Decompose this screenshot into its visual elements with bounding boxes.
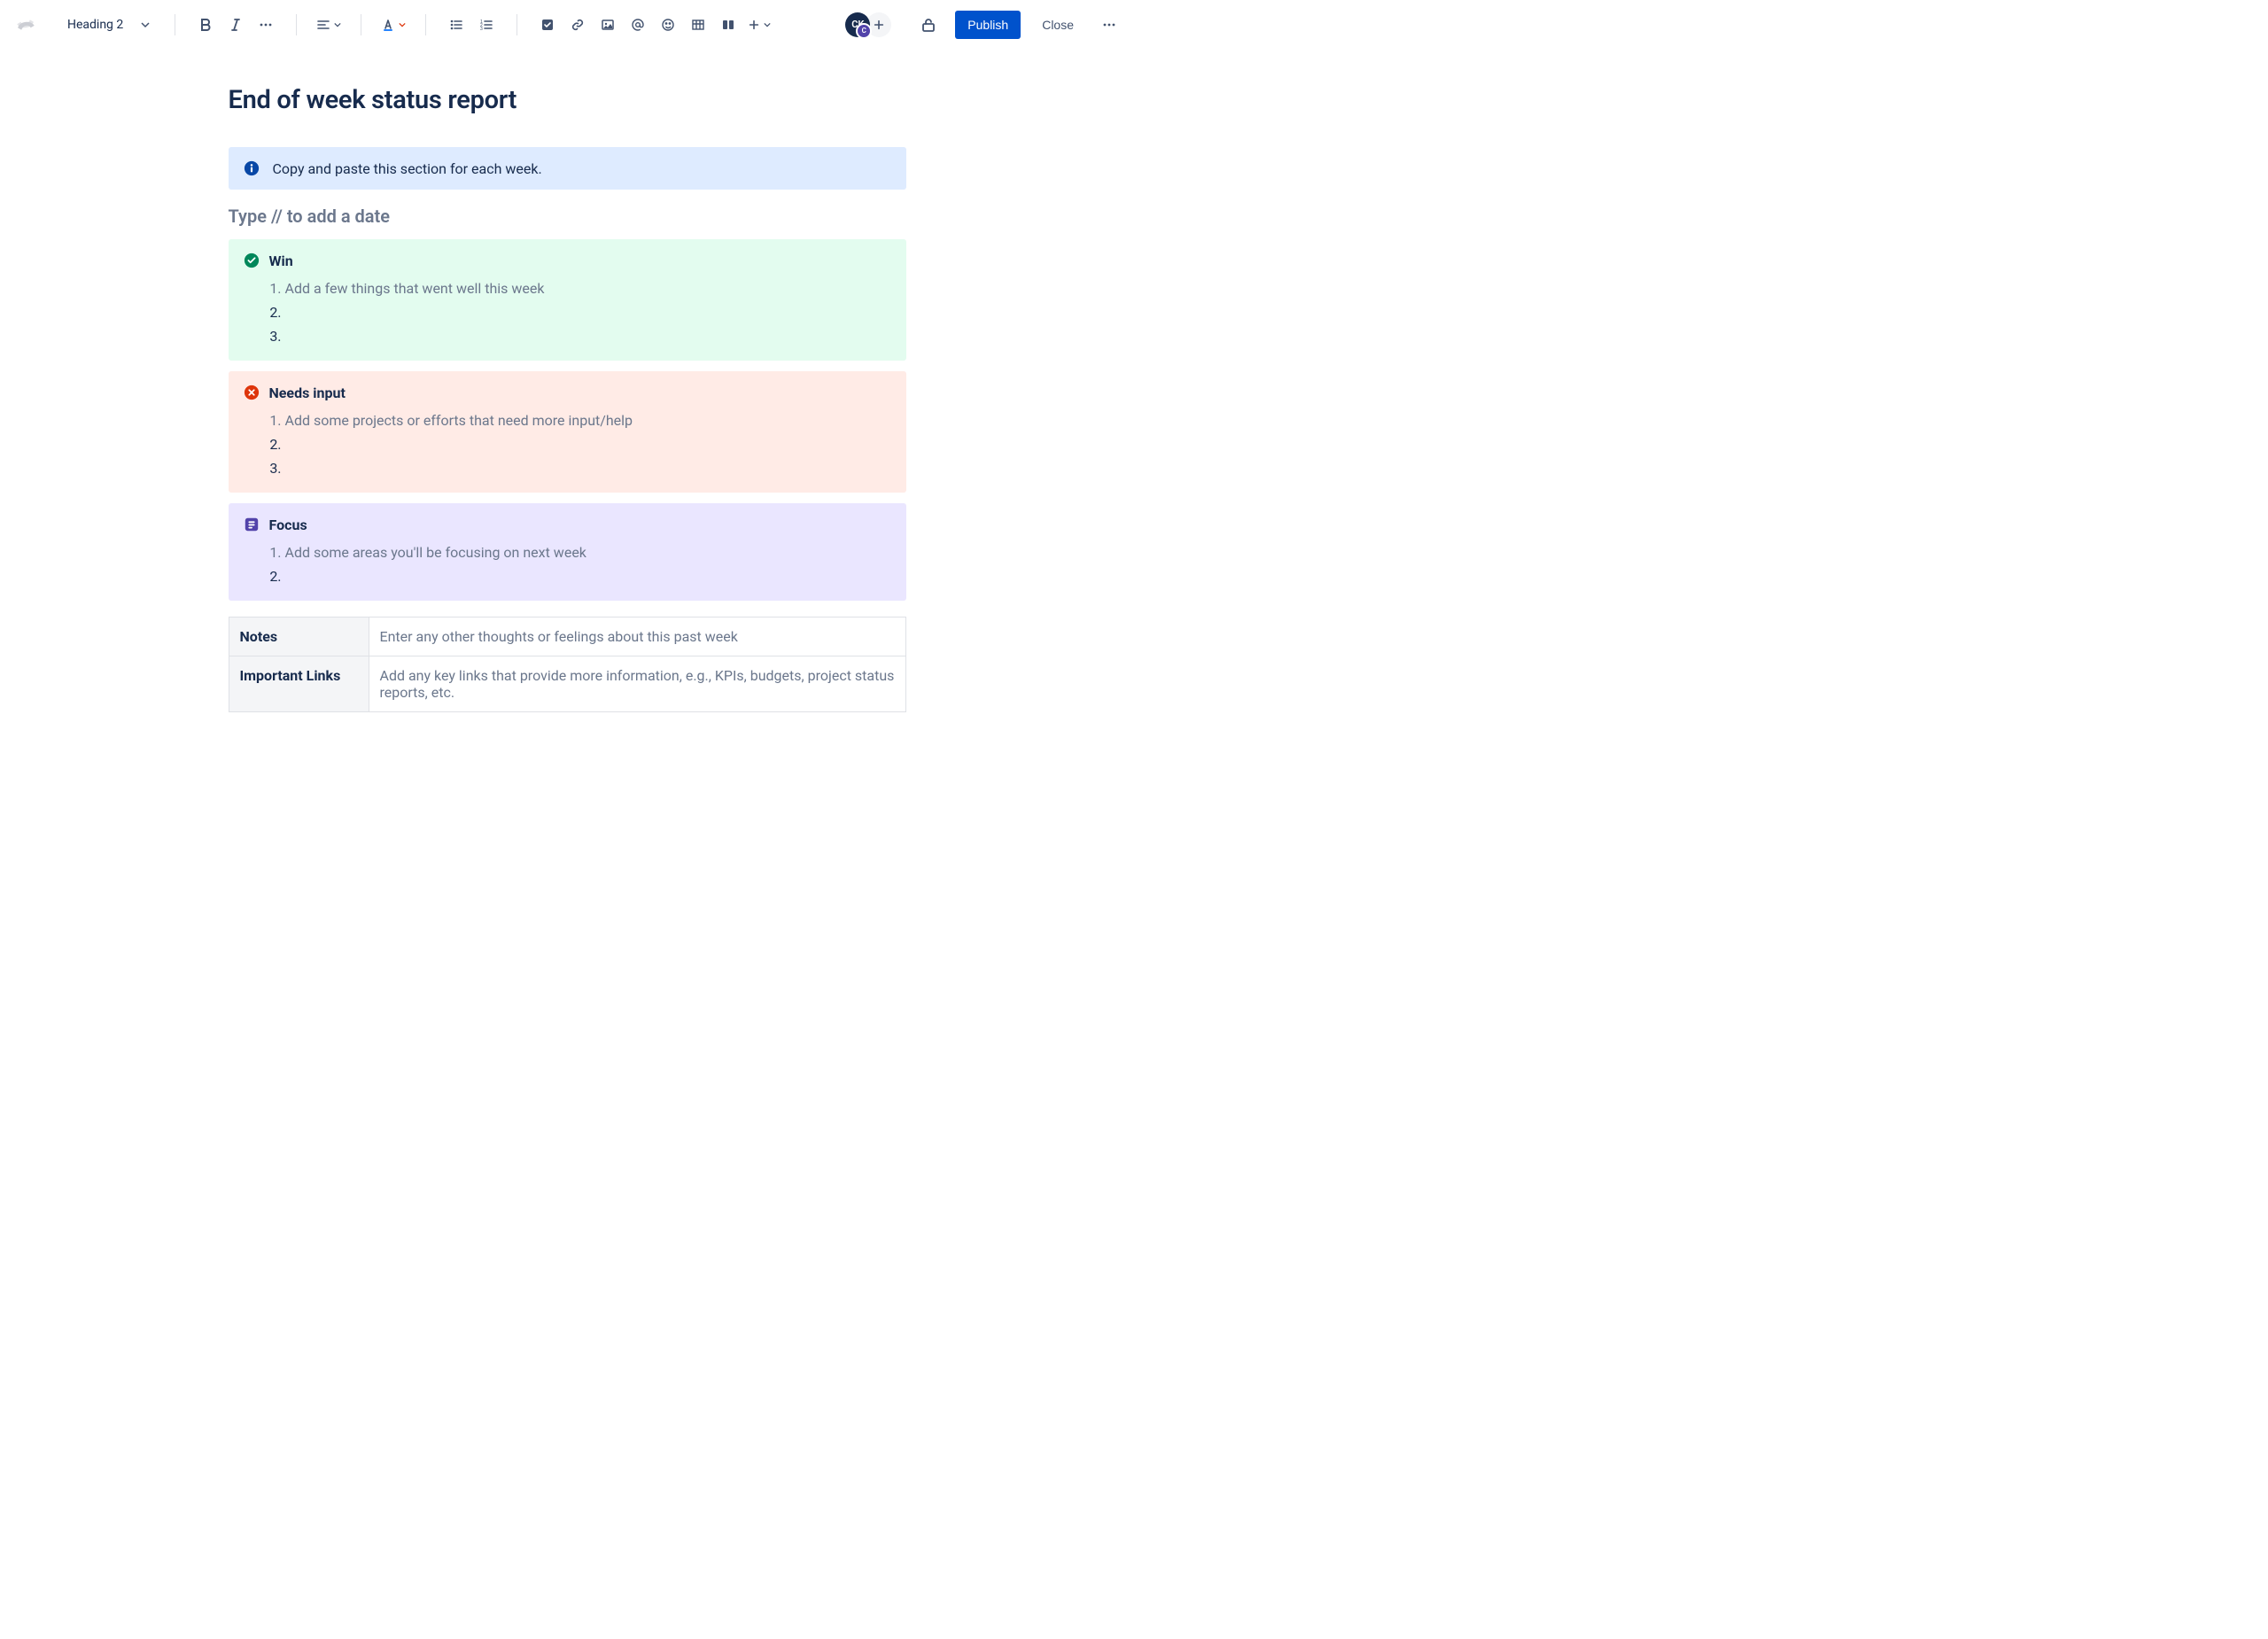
table-row[interactable]: Notes Enter any other thoughts or feelin… <box>229 618 905 656</box>
editor-content[interactable]: End of week status report Copy and paste… <box>229 50 906 712</box>
table-header-cell[interactable]: Important Links <box>229 656 369 712</box>
numbered-list-button[interactable]: 123 <box>472 11 501 39</box>
chevron-down-icon <box>764 21 771 28</box>
list-item[interactable] <box>285 324 892 348</box>
note-icon <box>243 516 260 533</box>
emoji-button[interactable] <box>654 11 682 39</box>
error-panel-list[interactable]: Add some projects or efforts that need m… <box>243 408 892 480</box>
link-button[interactable] <box>563 11 592 39</box>
text-style-select[interactable]: Heading 2 <box>58 11 159 39</box>
notes-table[interactable]: Notes Enter any other thoughts or feelin… <box>229 617 906 712</box>
toolbar-separator <box>425 14 426 35</box>
success-panel-title[interactable]: Win <box>269 252 293 269</box>
list-item[interactable]: Add some projects or efforts that need m… <box>285 408 892 432</box>
restrictions-button[interactable] <box>914 11 943 39</box>
bold-button[interactable] <box>191 11 220 39</box>
error-circle-icon <box>243 384 260 401</box>
success-panel[interactable]: Win Add a few things that went well this… <box>229 239 906 361</box>
editor-toolbar: Heading 2 123 <box>0 0 1134 50</box>
success-panel-list[interactable]: Add a few things that went well this wee… <box>243 276 892 348</box>
mention-button[interactable] <box>624 11 652 39</box>
table-header-cell[interactable]: Notes <box>229 618 369 656</box>
chevron-down-icon <box>399 21 406 28</box>
toolbar-separator <box>296 14 297 35</box>
text-color-button[interactable] <box>377 11 409 39</box>
page-title[interactable]: End of week status report <box>229 85 906 115</box>
action-item-button[interactable] <box>533 11 562 39</box>
app-logo-icon <box>11 10 41 40</box>
svg-text:3: 3 <box>480 27 483 32</box>
table-row[interactable]: Important Links Add any key links that p… <box>229 656 905 712</box>
more-formatting-button[interactable] <box>252 11 280 39</box>
note-panel[interactable]: Focus Add some areas you'll be focusing … <box>229 503 906 601</box>
info-panel-text[interactable]: Copy and paste this section for each wee… <box>273 160 542 177</box>
list-item[interactable]: Add a few things that went well this wee… <box>285 276 892 300</box>
italic-button[interactable] <box>221 11 250 39</box>
note-panel-title[interactable]: Focus <box>269 517 307 533</box>
more-actions-button[interactable] <box>1095 11 1123 39</box>
chevron-down-icon <box>334 21 341 28</box>
avatar-sub-badge: C <box>856 23 872 39</box>
chevron-down-icon <box>141 20 150 29</box>
alignment-button[interactable] <box>313 11 345 39</box>
publish-button[interactable]: Publish <box>955 11 1021 39</box>
check-circle-icon <box>243 252 260 269</box>
presence-avatars: CK C <box>845 12 891 37</box>
list-item[interactable] <box>285 456 892 480</box>
list-item[interactable] <box>285 432 892 456</box>
error-panel-title[interactable]: Needs input <box>269 385 346 401</box>
insert-button[interactable] <box>744 11 774 39</box>
list-item[interactable] <box>285 564 892 588</box>
close-button[interactable]: Close <box>1033 11 1083 39</box>
table-button[interactable] <box>684 11 712 39</box>
note-panel-list[interactable]: Add some areas you'll be focusing on nex… <box>243 540 892 588</box>
table-cell[interactable]: Enter any other thoughts or feelings abo… <box>369 618 905 656</box>
table-cell[interactable]: Add any key links that provide more info… <box>369 656 905 712</box>
layouts-button[interactable] <box>714 11 742 39</box>
error-panel[interactable]: Needs input Add some projects or efforts… <box>229 371 906 493</box>
list-item[interactable]: Add some areas you'll be focusing on nex… <box>285 540 892 564</box>
list-item[interactable] <box>285 300 892 324</box>
text-style-label: Heading 2 <box>67 18 123 32</box>
user-avatar[interactable]: CK C <box>845 12 870 37</box>
image-button[interactable] <box>594 11 622 39</box>
info-icon <box>243 159 260 177</box>
info-panel[interactable]: Copy and paste this section for each wee… <box>229 147 906 190</box>
bullet-list-button[interactable] <box>442 11 470 39</box>
date-placeholder-heading[interactable]: Type // to add a date <box>229 206 906 227</box>
